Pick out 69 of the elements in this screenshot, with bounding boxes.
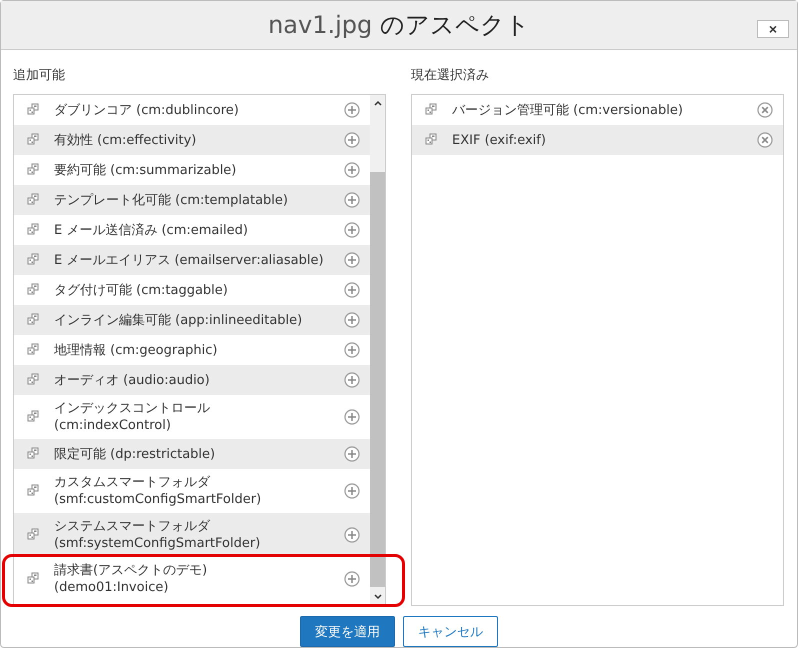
aspect-icon — [424, 103, 438, 117]
aspect-label: ダブリンコア (cm:dublincore) — [54, 102, 240, 120]
aspect-icon — [424, 133, 438, 147]
aspect-label: インライン編集可能 (app:inlineeditable) — [54, 312, 304, 330]
aspect-row[interactable]: 有効性 (cm:effectivity) — [14, 125, 370, 155]
aspect-label: 要約可能 (cm:summarizable) — [54, 162, 238, 180]
aspect-label: 地理情報 (cm:geographic) — [54, 342, 218, 360]
apply-button[interactable]: 変更を適用 — [300, 616, 395, 647]
scroll-down-icon[interactable] — [374, 594, 382, 600]
aspect-row[interactable]: 限定可能 (dp:restrictable) — [14, 439, 370, 469]
add-icon[interactable] — [344, 483, 360, 499]
add-icon[interactable] — [344, 162, 360, 178]
add-icon[interactable] — [344, 252, 360, 268]
add-icon[interactable] — [344, 222, 360, 238]
add-icon[interactable] — [344, 102, 360, 118]
aspect-label: 請求書(アスペクトのデモ) (demo01:Invoice) — [54, 562, 208, 597]
aspect-icon — [26, 410, 40, 424]
add-icon[interactable] — [344, 132, 360, 148]
aspect-label: システムスマートフォルダ (smf:systemConfigSmartFolder) — [54, 518, 262, 553]
aspect-label: 有効性 (cm:effectivity) — [54, 132, 198, 150]
add-icon[interactable] — [344, 527, 360, 543]
aspect-icon — [26, 528, 40, 542]
section-heading: 追加可能 — [13, 67, 66, 85]
aspect-row[interactable]: E メールエイリアス (emailserver:aliasable) — [14, 245, 370, 275]
aspect-label: EXIF (exif:exif) — [452, 132, 547, 150]
aspect-icon — [26, 163, 40, 177]
aspect-icon — [26, 484, 40, 498]
dialog-title: nav1.jpg のアスペクト — [268, 10, 530, 41]
aspect-row[interactable]: オーディオ (audio:audio) — [14, 365, 370, 395]
close-button[interactable]: × — [757, 20, 789, 38]
remove-icon[interactable] — [757, 102, 773, 118]
aspect-label: タグ付け可能 (cm:taggable) — [54, 282, 229, 300]
aspect-icon — [26, 193, 40, 207]
section-heading: 現在選択済み — [411, 67, 490, 85]
aspect-label: E メールエイリアス (emailserver:aliasable) — [54, 252, 325, 270]
aspect-icon — [26, 572, 40, 586]
aspect-icon — [26, 133, 40, 147]
aspect-icon — [26, 253, 40, 267]
aspect-label: バージョン管理可能 (cm:versionable) — [452, 102, 684, 120]
scrollbar-thumb[interactable] — [370, 172, 385, 587]
aspect-icon — [26, 373, 40, 387]
aspect-icon — [26, 283, 40, 297]
aspect-icon — [26, 343, 40, 357]
aspect-label: インデックスコントロール (cm:indexControl) — [54, 400, 211, 435]
aspect-row[interactable]: EXIF (exif:exif) — [412, 125, 783, 155]
scroll-up-icon[interactable] — [374, 100, 382, 106]
aspect-icon — [26, 223, 40, 237]
aspect-row[interactable]: インライン編集可能 (app:inlineeditable) — [14, 305, 370, 335]
scrollbar[interactable] — [370, 95, 385, 605]
aspect-label: カスタムスマートフォルダ (smf:customConfigSmartFolder) — [54, 474, 262, 509]
aspect-row[interactable]: システムスマートフォルダ (smf:systemConfigSmartFolder) — [14, 513, 370, 557]
add-icon[interactable] — [344, 409, 360, 425]
add-icon[interactable] — [344, 372, 360, 388]
aspect-icon — [26, 313, 40, 327]
cancel-button[interactable]: キャンセル — [403, 616, 498, 647]
add-icon[interactable] — [344, 342, 360, 358]
aspect-label: テンプレート化可能 (cm:templatable) — [54, 192, 289, 210]
remove-icon[interactable] — [757, 132, 773, 148]
aspect-icon — [26, 103, 40, 117]
aspect-label: オーディオ (audio:audio) — [54, 372, 211, 390]
aspect-label: E メール送信済み (cm:emailed) — [54, 222, 249, 240]
aspect-icon — [26, 447, 40, 461]
add-icon[interactable] — [344, 282, 360, 298]
add-icon[interactable] — [344, 312, 360, 328]
aspect-row[interactable]: テンプレート化可能 (cm:templatable) — [14, 185, 370, 215]
add-icon[interactable] — [344, 192, 360, 208]
add-icon[interactable] — [344, 446, 360, 462]
add-icon[interactable] — [344, 571, 360, 587]
aspect-label: 限定可能 (dp:restrictable) — [54, 446, 216, 464]
